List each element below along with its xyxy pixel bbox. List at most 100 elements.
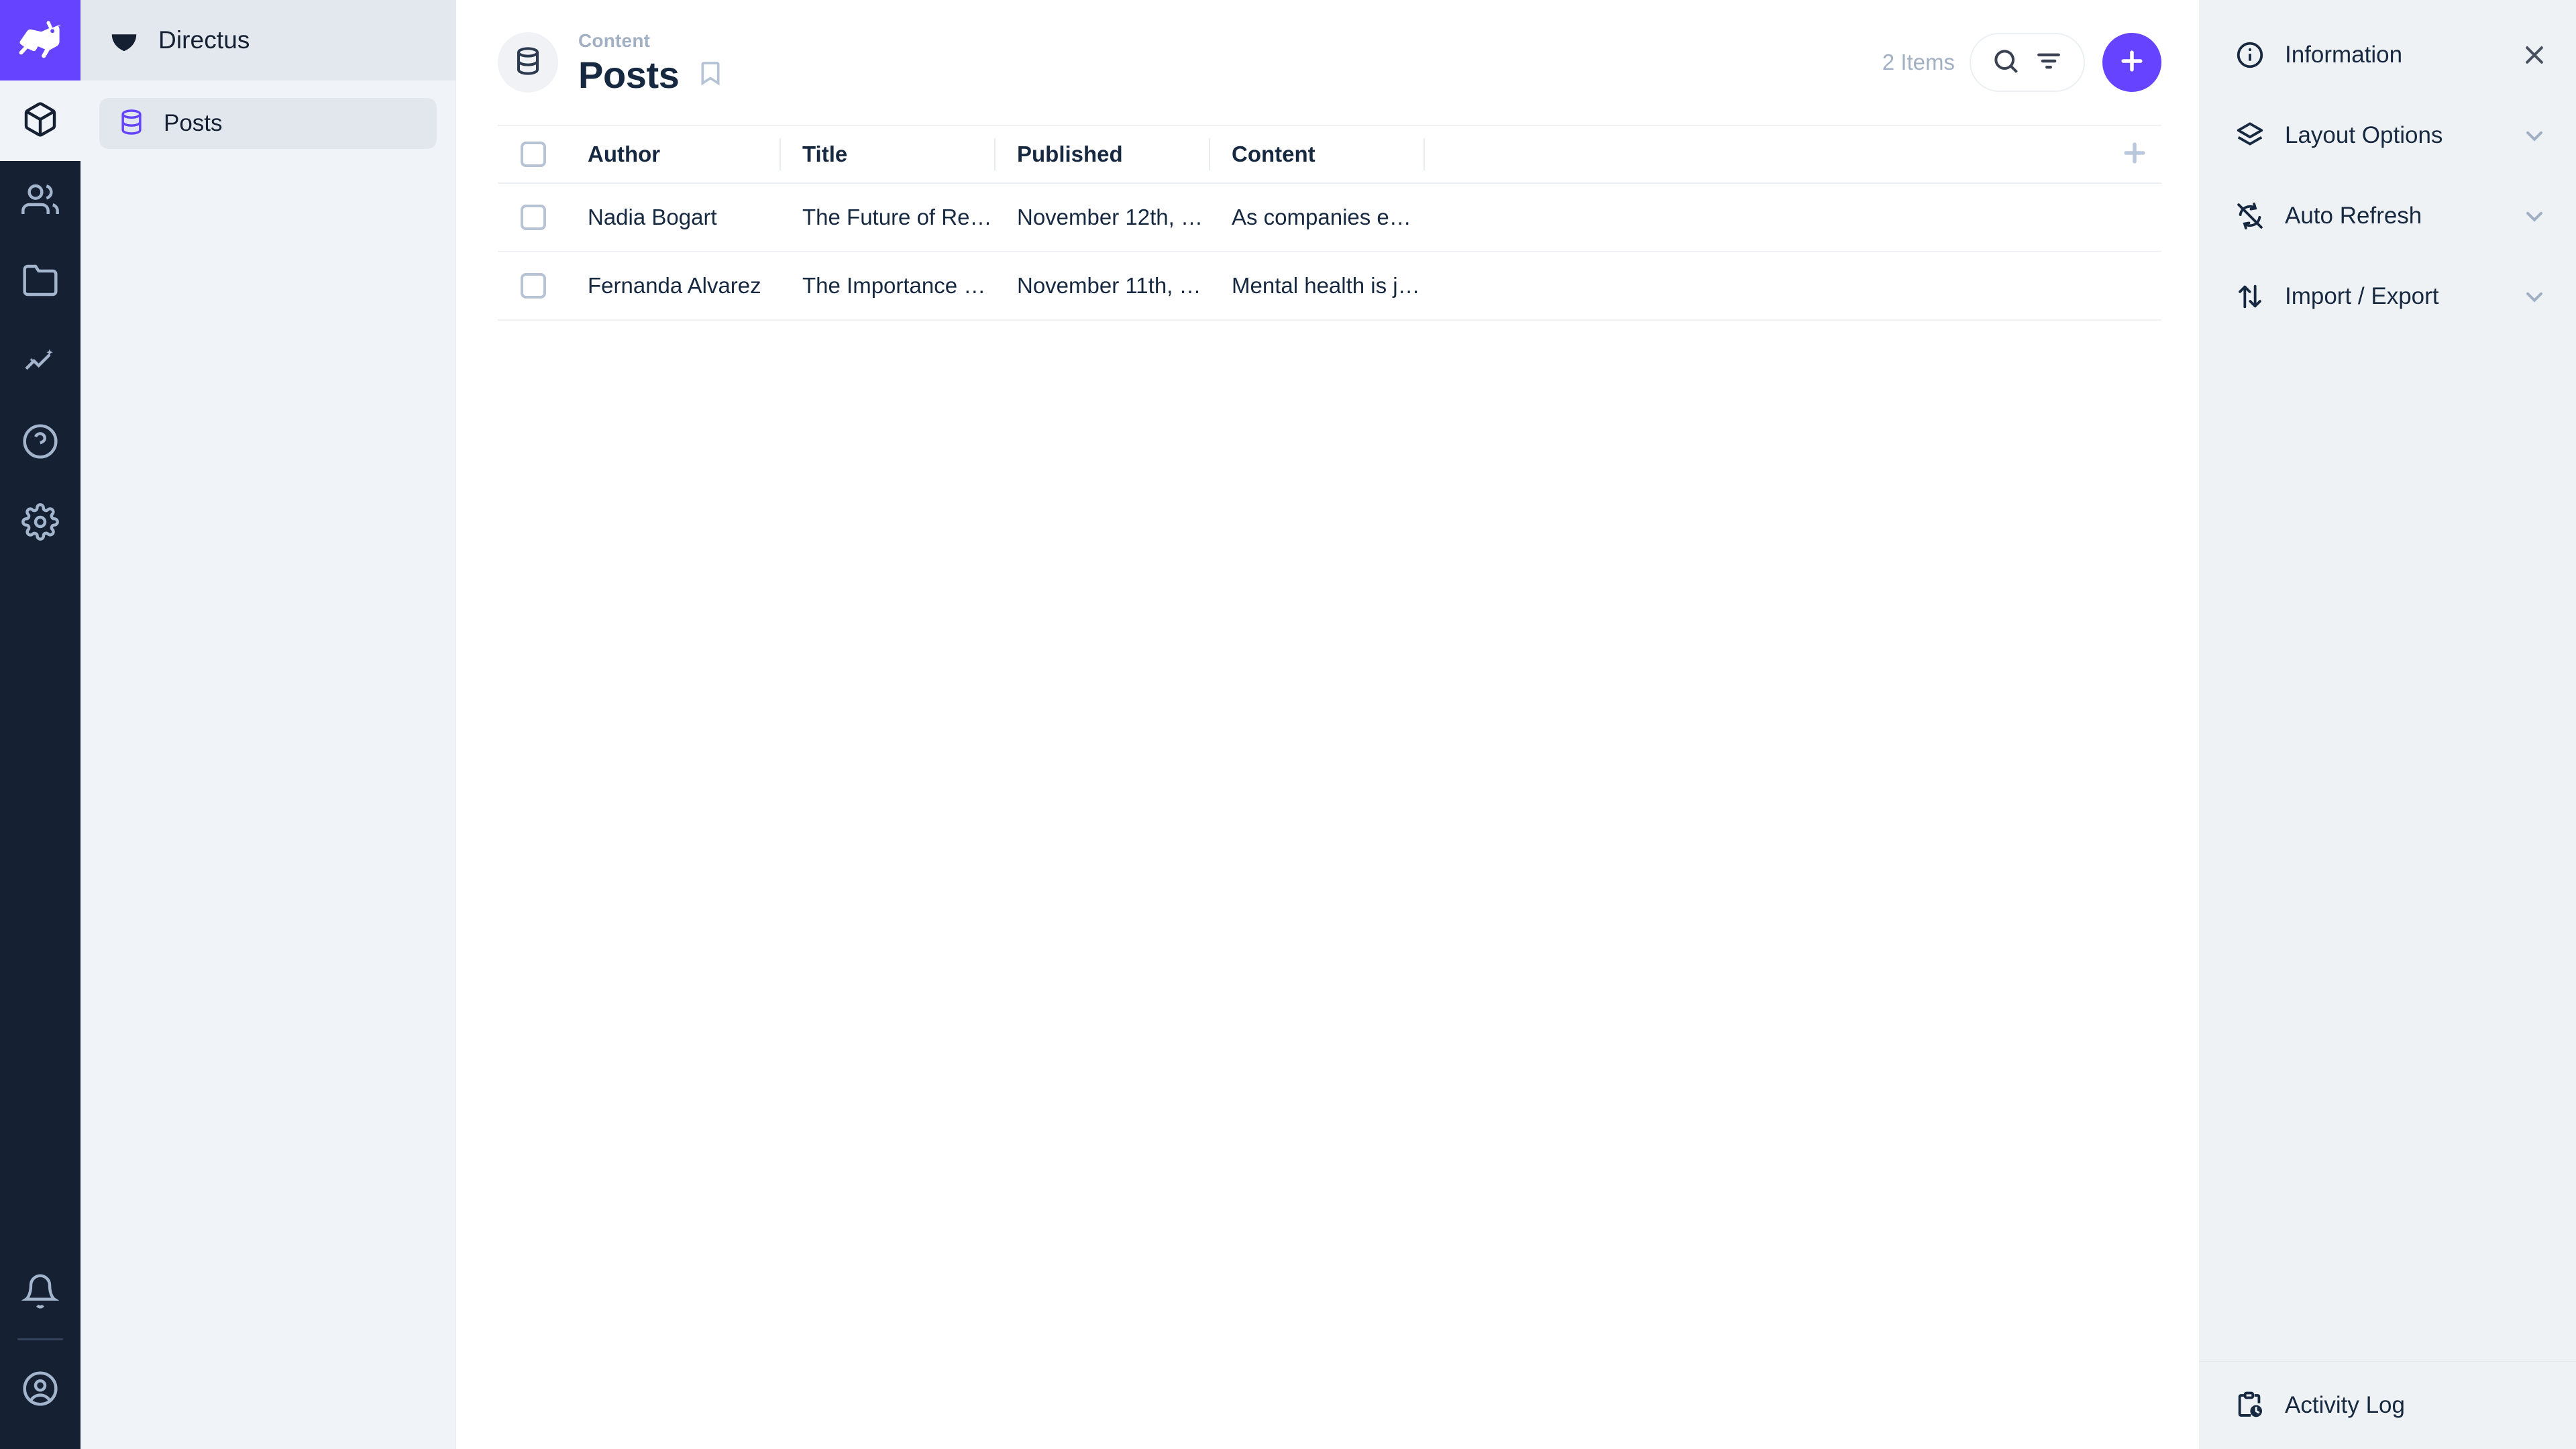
panel-section-information[interactable]: Information	[2199, 15, 2576, 95]
cell-value: Mental health is j…	[1232, 273, 1420, 298]
row-checkbox[interactable]	[521, 205, 546, 230]
cell-end	[2101, 252, 2161, 320]
navigation-list: Posts	[80, 80, 455, 149]
sidebar-item-label: Posts	[164, 110, 223, 136]
cell-title: The Future of Re…	[780, 183, 994, 252]
search-filter-button[interactable]	[1970, 33, 2085, 92]
cell-value: Nadia Bogart	[588, 205, 717, 229]
help-circle-icon	[21, 423, 59, 464]
add-field-header	[2101, 125, 2161, 183]
cell-inner	[2101, 184, 2161, 251]
panel-section-auto-refresh[interactable]: Auto Refresh	[2199, 176, 2576, 256]
right-sidebar: Information Layout Options Auto Refresh …	[2199, 0, 2576, 1449]
add-field-button[interactable]	[2101, 126, 2161, 182]
search-icon	[1991, 46, 2021, 79]
bookmark-icon	[697, 56, 724, 93]
cell-published: November 12th, …	[994, 183, 1209, 252]
column-header-inner: Content	[1209, 126, 1424, 182]
bookmark-button[interactable]	[697, 56, 724, 93]
panel-section-layout-options[interactable]: Layout Options	[2199, 95, 2576, 176]
module-list	[0, 80, 80, 564]
cell-end	[2101, 183, 2161, 252]
page-header: Content Posts 2 Items	[456, 0, 2199, 125]
panel-section-label: Layout Options	[2285, 122, 2443, 148]
close-icon[interactable]	[2520, 40, 2549, 70]
insights-chart-icon	[21, 342, 59, 383]
module-item-user-directory[interactable]	[0, 161, 80, 241]
cell-inner	[1424, 252, 2101, 319]
cell-title: The Importance …	[780, 252, 994, 320]
item-count: 2 Items	[1882, 50, 1955, 74]
account-button[interactable]	[0, 1350, 80, 1430]
sidebar-item-posts[interactable]: Posts	[99, 98, 437, 149]
header-titles: Content Posts	[578, 28, 724, 97]
filter-icon	[2034, 46, 2063, 79]
row-checkbox[interactable]	[521, 273, 546, 299]
cell-value: November 11th, …	[1017, 273, 1201, 298]
cell-author: Nadia Bogart	[565, 183, 780, 252]
page-title: Posts	[578, 53, 680, 96]
cell-spacer	[1424, 252, 2101, 320]
panel-activity-log-label: Activity Log	[2285, 1392, 2405, 1418]
user-circle-icon	[21, 1370, 59, 1411]
column-header-content[interactable]: Content	[1209, 125, 1424, 183]
directus-rabbit-logo	[14, 13, 66, 68]
panel-section-label: Import / Export	[2285, 283, 2439, 309]
layers-icon	[2234, 119, 2266, 152]
module-item-content[interactable]	[0, 80, 80, 161]
cell-inner	[1424, 184, 2101, 251]
row-select-cell	[498, 252, 565, 320]
items-table-wrapper: Author Title Published Content Nadia Bog…	[456, 125, 2199, 321]
plus-icon	[2117, 46, 2147, 79]
title-row: Posts	[578, 54, 724, 97]
main-content: Content Posts 2 Items Author Title Publi…	[456, 0, 2199, 1449]
collection-icon-badge	[498, 32, 558, 93]
table-row[interactable]: Fernanda Alvarez The Importance … Novemb…	[498, 252, 2161, 320]
panel-section-import-export[interactable]: Import / Export	[2199, 256, 2576, 337]
chevron-down-icon[interactable]	[2520, 121, 2549, 150]
box-icon	[21, 101, 59, 142]
create-item-button[interactable]	[2102, 33, 2161, 92]
column-header-inner: Title	[780, 126, 994, 182]
project-header[interactable]: Directus	[80, 0, 455, 80]
plus-icon	[2120, 138, 2149, 171]
project-name: Directus	[158, 26, 250, 54]
import-export-icon	[2234, 280, 2266, 313]
directus-logo-tile[interactable]	[0, 0, 80, 80]
panel-section-label: Auto Refresh	[2285, 203, 2422, 229]
column-header-title[interactable]: Title	[780, 125, 994, 183]
folder-icon	[21, 262, 59, 303]
module-bar	[0, 0, 80, 1449]
users-icon	[21, 181, 59, 222]
app-root: Directus Posts Content Posts 2 Items Aut…	[0, 0, 2576, 1449]
cell-value: November 12th, …	[1017, 205, 1203, 229]
column-header-inner: Published	[994, 126, 1209, 182]
cell-published: November 11th, …	[994, 252, 1209, 320]
table-row[interactable]: Nadia Bogart The Future of Re… November …	[498, 183, 2161, 252]
module-item-file-library[interactable]	[0, 241, 80, 322]
column-header-label: Author	[588, 142, 661, 166]
items-table: Author Title Published Content Nadia Bog…	[498, 125, 2161, 321]
select-all-cell	[498, 126, 565, 182]
row-select-inner	[498, 184, 565, 251]
column-header-author[interactable]: Author	[565, 125, 780, 183]
right-sidebar-sections: Information Layout Options Auto Refresh …	[2199, 0, 2576, 337]
column-header-published[interactable]: Published	[994, 125, 1209, 183]
module-item-settings[interactable]	[0, 483, 80, 564]
panel-activity-log[interactable]: Activity Log	[2199, 1362, 2576, 1449]
database-icon	[512, 45, 544, 80]
module-item-insights[interactable]	[0, 322, 80, 402]
select-all-checkbox[interactable]	[521, 142, 546, 167]
module-item-documentation[interactable]	[0, 402, 80, 483]
cell-inner: Fernanda Alvarez	[565, 252, 780, 319]
cell-inner: November 12th, …	[994, 184, 1209, 251]
cell-spacer	[1424, 183, 2101, 252]
breadcrumb[interactable]: Content	[578, 28, 724, 54]
chevron-down-icon[interactable]	[2520, 201, 2549, 231]
chevron-down-icon[interactable]	[2520, 282, 2549, 311]
notifications-button[interactable]	[0, 1252, 80, 1333]
database-icon	[117, 107, 146, 140]
cell-value: The Importance …	[802, 273, 986, 298]
table-head: Author Title Published Content	[498, 125, 2161, 183]
navigation-sidebar: Directus Posts	[80, 0, 456, 1449]
